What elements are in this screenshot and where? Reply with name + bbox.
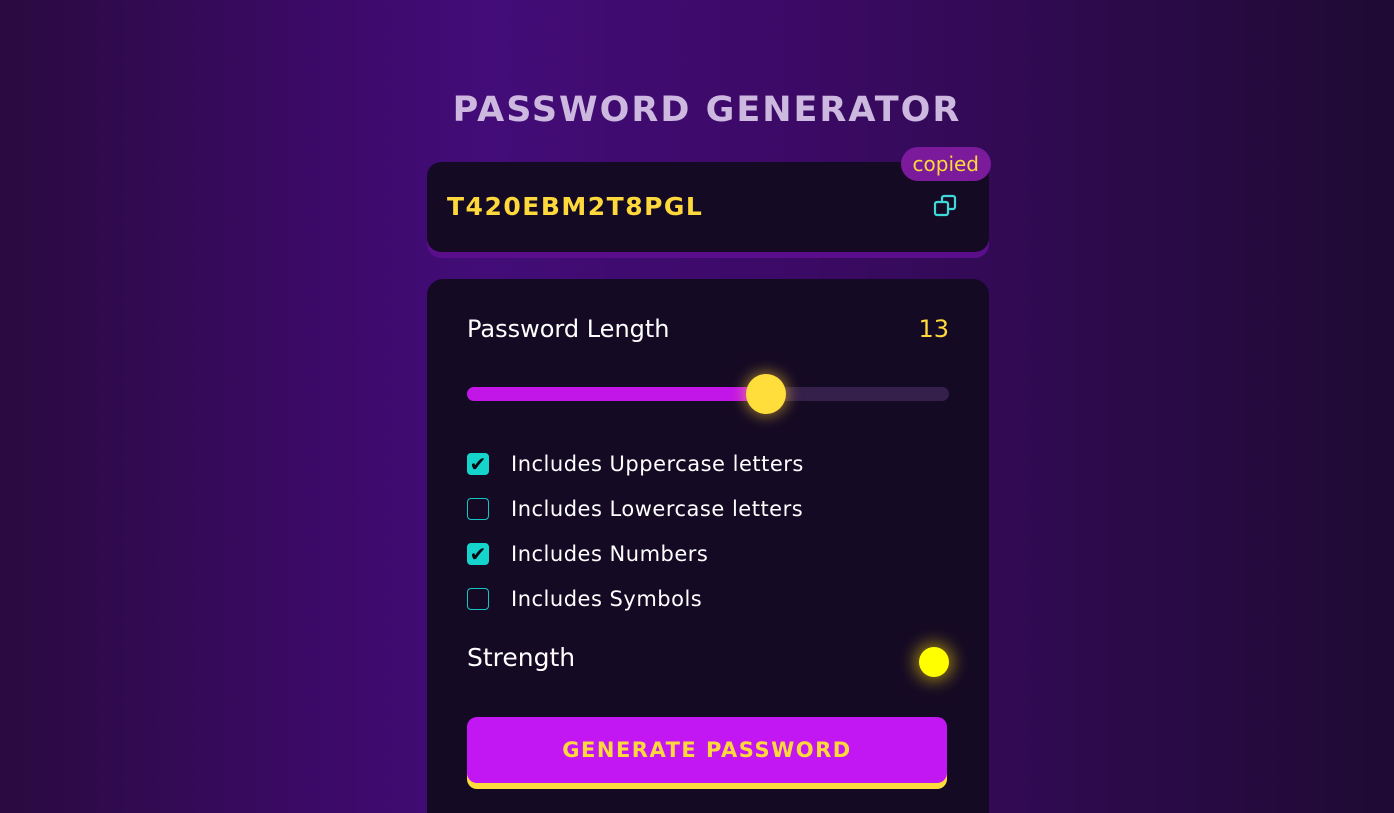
length-value: 13 — [918, 315, 949, 343]
strength-indicator — [919, 647, 949, 677]
check-icon: ✔ — [469, 542, 487, 566]
slider-fill — [467, 387, 766, 401]
strength-label: Strength — [467, 643, 576, 672]
copied-badge: copied — [900, 147, 991, 181]
password-value: T420EBM2T8PGL — [447, 192, 704, 221]
length-label: Password Length — [467, 315, 670, 343]
check-icon: ✔ — [469, 452, 487, 476]
length-slider[interactable] — [467, 374, 949, 414]
option-label: Includes Uppercase letters — [511, 452, 804, 476]
option-symbols[interactable]: Includes Symbols — [467, 585, 702, 613]
slider-thumb[interactable] — [745, 374, 786, 414]
symbols-checkbox[interactable] — [467, 588, 489, 610]
option-label: Includes Numbers — [511, 542, 709, 566]
uppercase-checkbox[interactable]: ✔ — [467, 453, 489, 475]
option-numbers[interactable]: ✔ Includes Numbers — [467, 540, 708, 568]
password-display: T420EBM2T8PGL copied — [427, 147, 991, 252]
page-title: PASSWORD GENERATOR — [452, 90, 962, 130]
lowercase-checkbox[interactable] — [467, 498, 489, 520]
option-label: Includes Lowercase letters — [511, 497, 804, 521]
settings-panel: Password Length 13 ✔ Includes Uppercase … — [427, 279, 989, 813]
generate-password-button[interactable]: GENERATE PASSWORD — [467, 717, 947, 783]
option-lowercase[interactable]: Includes Lowercase letters — [467, 495, 803, 523]
option-uppercase[interactable]: ✔ Includes Uppercase letters — [467, 450, 804, 478]
copy-icon[interactable] — [933, 193, 959, 219]
option-label: Includes Symbols — [511, 587, 703, 611]
numbers-checkbox[interactable]: ✔ — [467, 543, 489, 565]
